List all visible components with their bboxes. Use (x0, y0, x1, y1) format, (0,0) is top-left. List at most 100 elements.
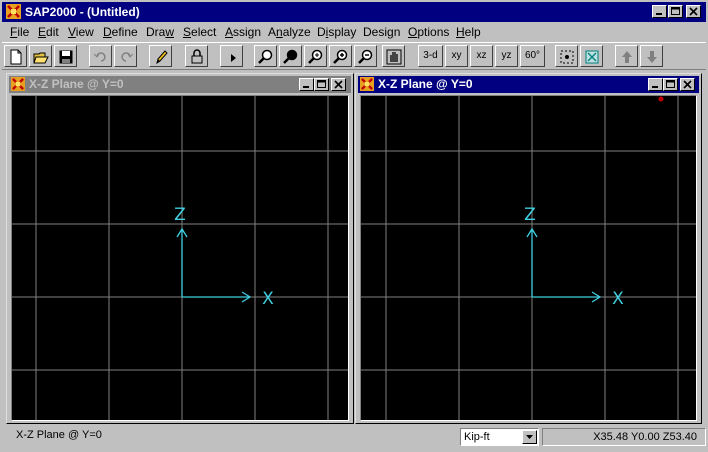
status-view-text: X-Z Plane @ Y=0 (16, 429, 102, 441)
save-button[interactable] (54, 45, 77, 67)
clear-box-icon (585, 50, 599, 64)
menu-view[interactable]: View (68, 25, 94, 39)
units-dropdown[interactable]: Kip-ft (460, 428, 539, 446)
menu-design[interactable]: Design (363, 25, 400, 39)
toolbar: 3-d xy xz yz 60° (2, 42, 706, 70)
pan-button[interactable] (382, 45, 405, 67)
menu-draw[interactable]: Draw (146, 25, 174, 39)
close-icon (689, 7, 698, 16)
play-triangle-icon (231, 54, 236, 62)
x-axis-label: X (612, 289, 624, 309)
menu-define[interactable]: Define (103, 25, 138, 39)
minimize-icon (656, 13, 662, 15)
menu-select[interactable]: Select (183, 25, 216, 39)
close-icon (334, 80, 343, 89)
view-right-minimize-button[interactable] (648, 78, 663, 91)
rubber-band-zoom-button[interactable] (254, 45, 277, 67)
arrow-up-icon (622, 51, 632, 63)
grid-and-axes-left: Z X (12, 96, 348, 420)
clear-selection-button[interactable] (580, 45, 603, 67)
zoom-out-button[interactable] (354, 45, 377, 67)
move-up-button[interactable] (615, 45, 638, 67)
window-title: SAP2000 - (Untitled) (25, 5, 140, 19)
new-file-icon (10, 49, 22, 65)
maximize-icon (317, 80, 326, 88)
units-dropdown-button[interactable] (522, 430, 537, 444)
z-axis-label: Z (174, 205, 186, 225)
view-yz-button[interactable]: yz (495, 45, 518, 67)
lock-button[interactable] (185, 45, 208, 67)
view-right-close-button[interactable] (680, 78, 695, 91)
view-window-right-title: X-Z Plane @ Y=0 (378, 77, 473, 91)
view-xz-button[interactable]: xz (470, 45, 493, 67)
minimize-button[interactable] (652, 5, 667, 18)
x-axis-arrow (532, 291, 602, 303)
maximize-button[interactable] (668, 5, 683, 18)
run-analysis-button[interactable] (220, 45, 243, 67)
pencil-icon (156, 50, 168, 65)
close-icon (683, 80, 692, 89)
padlock-icon (191, 49, 203, 64)
previous-zoom-button[interactable] (304, 45, 327, 67)
view-left-maximize-button[interactable] (314, 78, 329, 91)
zoom-in-button[interactable] (329, 45, 352, 67)
view-3d-button[interactable]: 3-d (418, 45, 443, 67)
status-bar: X-Z Plane @ Y=0 Kip-ft X35.48 Y0.00 Z53.… (2, 425, 706, 450)
menu-bar: File Edit View Define Draw Select Assign… (2, 23, 706, 41)
minimize-icon (303, 86, 309, 88)
draw-mode-button[interactable] (149, 45, 172, 67)
view-xy-button[interactable]: xy (445, 45, 468, 67)
move-down-button[interactable] (640, 45, 663, 67)
title-bar: SAP2000 - (Untitled) (2, 2, 706, 22)
view-left-close-button[interactable] (331, 78, 346, 91)
view-window-left-titlebar[interactable]: X-Z Plane @ Y=0 (9, 76, 351, 93)
new-model-button[interactable] (4, 45, 27, 67)
menu-edit[interactable]: Edit (38, 25, 59, 39)
undo-button[interactable] (89, 45, 112, 67)
close-button[interactable] (686, 5, 701, 18)
model-canvas-right[interactable]: Z X (360, 95, 697, 421)
maximize-icon (666, 80, 675, 88)
view-window-right[interactable]: X-Z Plane @ Y=0 Z X (355, 73, 702, 424)
open-folder-icon (33, 52, 49, 64)
grid-points-icon (560, 50, 574, 64)
sap2000-logo-icon (11, 77, 25, 91)
x-axis-arrow (182, 291, 252, 303)
menu-assign[interactable]: Assign (225, 25, 261, 39)
view-window-left[interactable]: X-Z Plane @ Y=0 Z X (6, 73, 354, 424)
open-button[interactable] (29, 45, 52, 67)
coordinates-value: X35.48 Y0.00 Z53.40 (593, 431, 697, 443)
view-window-right-titlebar[interactable]: X-Z Plane @ Y=0 (358, 76, 699, 93)
arrow-down-icon (647, 51, 657, 63)
grid-and-axes-right: Z X (361, 96, 696, 420)
view-left-minimize-button[interactable] (299, 78, 314, 91)
menu-analyze[interactable]: Analyze (268, 25, 311, 39)
chevron-down-icon (526, 435, 533, 439)
pan-hand-icon (386, 49, 402, 65)
z-axis-arrow (176, 227, 188, 297)
show-grid-button[interactable] (555, 45, 578, 67)
zoom-out-icon (358, 49, 373, 64)
view-window-left-title: X-Z Plane @ Y=0 (29, 77, 124, 91)
save-disk-icon (59, 50, 73, 64)
sap2000-logo-icon (360, 77, 374, 91)
model-canvas-left[interactable]: Z X (11, 95, 349, 421)
cursor-marker (658, 96, 664, 102)
perspective-toggle-button[interactable]: 60° (520, 45, 545, 67)
z-axis-arrow (526, 227, 538, 297)
zoom-previous-icon (308, 49, 323, 64)
view-right-maximize-button[interactable] (663, 78, 678, 91)
zoom-in-icon (333, 49, 348, 64)
restore-full-view-button[interactable] (279, 45, 302, 67)
cursor-coordinates: X35.48 Y0.00 Z53.40 (542, 428, 706, 446)
zoom-window-icon (258, 49, 273, 64)
redo-button[interactable] (114, 45, 137, 67)
menu-file[interactable]: File (10, 25, 29, 39)
menu-options[interactable]: Options (408, 25, 449, 39)
z-axis-label: Z (524, 205, 536, 225)
menu-display[interactable]: Display (317, 25, 356, 39)
undo-icon (93, 52, 106, 62)
minimize-icon (652, 86, 658, 88)
app-window: SAP2000 - (Untitled) File Edit View Defi… (0, 0, 708, 452)
menu-help[interactable]: Help (456, 25, 481, 39)
